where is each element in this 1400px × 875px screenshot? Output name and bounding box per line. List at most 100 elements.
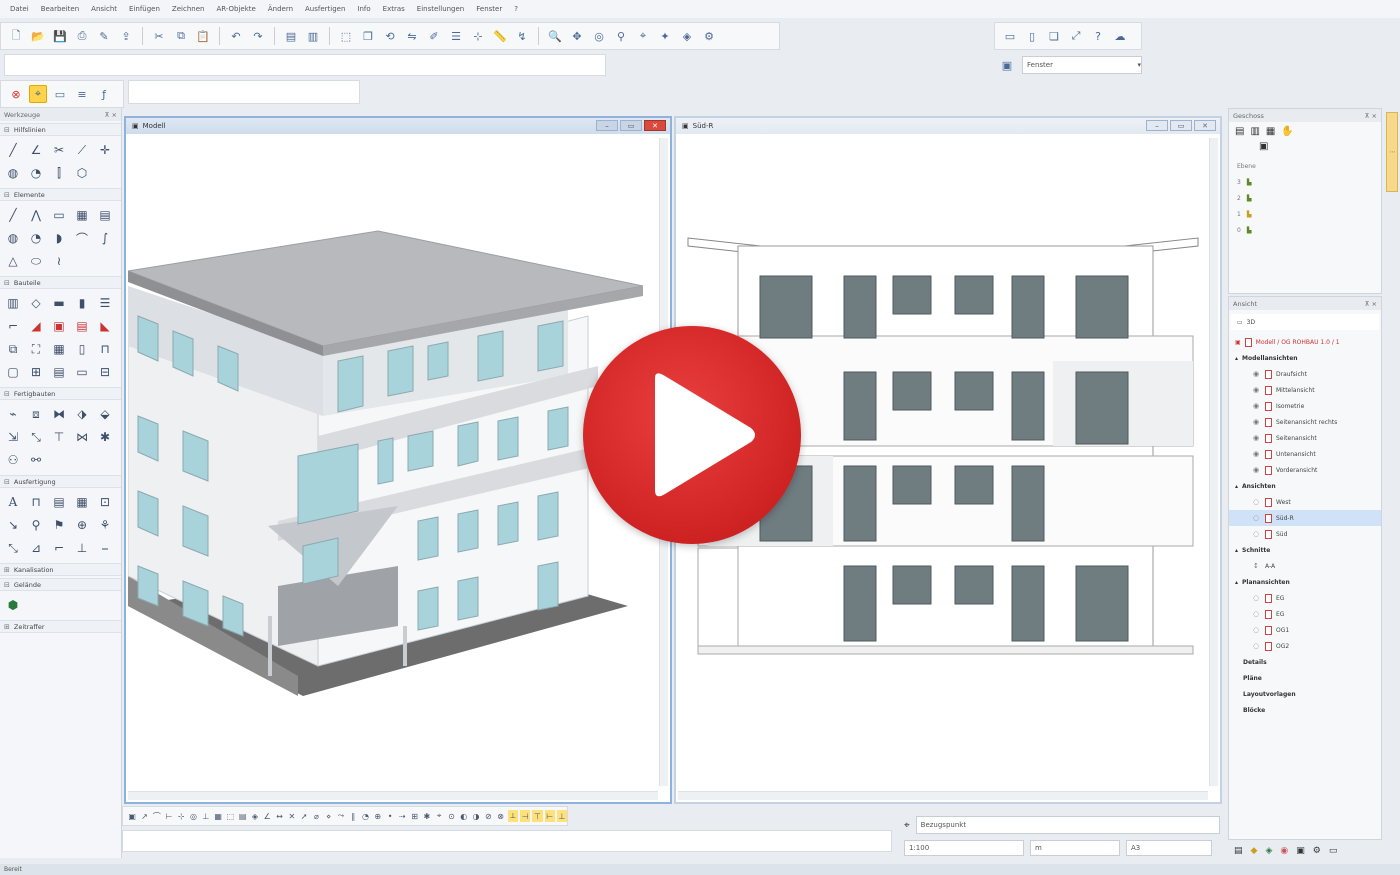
menu-item[interactable]: Datei xyxy=(10,5,29,13)
stop-icon[interactable]: ⊗ xyxy=(7,85,25,103)
hexagon-tool-icon[interactable]: ⬡ xyxy=(73,164,91,182)
arrow-tool-icon[interactable]: ⇲ xyxy=(4,428,22,446)
menu-item[interactable]: Ändern xyxy=(268,5,293,13)
tree-category[interactable]: Blöcke xyxy=(1229,702,1381,718)
render-icon[interactable]: ◈ xyxy=(678,27,696,45)
split-tool-icon[interactable]: ⫿ xyxy=(50,164,68,182)
model-item[interactable]: ▣ Modell / OG ROHBAU 1.0 / 1 xyxy=(1229,334,1381,350)
unit-select[interactable]: m xyxy=(1030,840,1120,856)
menu-item[interactable]: Bearbeiten xyxy=(41,5,79,13)
undo-icon[interactable]: ↶ xyxy=(227,27,245,45)
reference-point-field[interactable]: Bezugspunkt xyxy=(915,816,1220,834)
arc-tool-icon[interactable]: ◔ xyxy=(27,164,45,182)
beam-tool-icon[interactable]: ▬ xyxy=(50,294,68,312)
snap-grid-icon[interactable]: ▦ xyxy=(213,810,223,822)
menu-item[interactable]: Info xyxy=(357,5,370,13)
ceiling-tool-icon[interactable]: ☰ xyxy=(96,294,114,312)
settings-icon[interactable]: ⚙ xyxy=(700,27,718,45)
camera-icon[interactable]: ⌖ xyxy=(634,27,652,45)
snap-dyn-icon[interactable]: ⌖ xyxy=(434,810,444,822)
tree-item[interactable]: ◉ Untenansicht xyxy=(1229,446,1381,462)
tree-category[interactable]: ▴ Ansichten xyxy=(1229,478,1381,494)
snap-arc-icon[interactable]: ⌒ xyxy=(152,810,162,822)
light-icon[interactable]: ✦ xyxy=(656,27,674,45)
snap-icon[interactable]: ⊹ xyxy=(469,27,487,45)
snap-ref-icon[interactable]: ⊗ xyxy=(495,810,505,822)
side-panel-tab[interactable]: ⋮ xyxy=(1386,112,1398,192)
maximize-button[interactable]: ▭ xyxy=(1170,120,1192,131)
properties-icon[interactable]: ☰ xyxy=(447,27,465,45)
stair-tool-icon[interactable]: ⌐ xyxy=(4,317,22,335)
offset-tool-icon[interactable]: ⟋ xyxy=(73,141,91,159)
formula-icon[interactable]: ƒ xyxy=(95,85,113,103)
paper-select[interactable]: A3 xyxy=(1126,840,1212,856)
save-icon[interactable]: 💾 xyxy=(51,27,69,45)
panel-tool-icon[interactable]: ▢ xyxy=(4,363,22,381)
roof-tool-icon[interactable]: ◢ xyxy=(27,317,45,335)
cascade-icon[interactable]: ❏ xyxy=(1045,27,1063,45)
text-tool-icon[interactable]: A xyxy=(4,493,22,511)
tree-item[interactable]: ◉ Mittelansicht xyxy=(1229,382,1381,398)
layers-tab-icon[interactable]: ◆ xyxy=(1251,846,1258,856)
tree-tool-icon[interactable]: ⚘ xyxy=(96,516,114,534)
dimension-tool-icon[interactable]: ⊓ xyxy=(27,493,45,511)
section-header[interactable]: ⊞ Zeitraffer xyxy=(0,620,121,633)
snap-polar-icon[interactable]: ✱ xyxy=(422,810,432,822)
label-tool-icon[interactable]: ⊡ xyxy=(96,493,114,511)
connector-tool-icon[interactable]: ⤡ xyxy=(27,428,45,446)
select-icon[interactable]: ⬚ xyxy=(337,27,355,45)
part-tool-icon[interactable]: ⬙ xyxy=(96,405,114,423)
horizontal-scrollbar[interactable] xyxy=(678,791,1208,800)
snap-tangent-icon[interactable]: ⌀ xyxy=(311,810,321,822)
balcony-tool-icon[interactable]: ⊟ xyxy=(96,363,114,381)
railing-tool-icon[interactable]: ⧉ xyxy=(4,340,22,358)
snap-mid-icon[interactable]: ⊹ xyxy=(176,810,186,822)
trim-tool-icon[interactable]: ✂ xyxy=(50,141,68,159)
snap-near-icon[interactable]: ⋄ xyxy=(324,810,334,822)
fit-icon[interactable]: ⤢ xyxy=(1067,27,1085,45)
table-tool-icon[interactable]: ▤ xyxy=(50,493,68,511)
horizontal-scrollbar[interactable] xyxy=(128,791,658,800)
cross-tool-icon[interactable]: ✛ xyxy=(96,141,114,159)
copy-icon[interactable]: ⧉ xyxy=(172,27,190,45)
menu-item[interactable]: Zeichnen xyxy=(172,5,205,13)
paste-icon[interactable]: 📋 xyxy=(194,27,212,45)
open-folder-icon[interactable]: 📂 xyxy=(29,27,47,45)
menu-item[interactable]: Fenster xyxy=(476,5,502,13)
tree-item[interactable]: ◌ EG xyxy=(1229,590,1381,606)
section-header[interactable]: ⊟ Elemente xyxy=(0,188,121,201)
window-tool-icon[interactable]: ▣ xyxy=(50,317,68,335)
symbol-tool-icon[interactable]: ⚲ xyxy=(27,516,45,534)
snap-active-icon[interactable]: ⊤ xyxy=(532,810,543,822)
cloud-icon[interactable]: ☁ xyxy=(1111,27,1129,45)
pin-icon[interactable]: ⊼ × xyxy=(105,111,117,119)
layer-manager-icon[interactable]: ▥ xyxy=(304,27,322,45)
layer-icon[interactable]: ▤ xyxy=(282,27,300,45)
section-header[interactable]: ⊟ Gelände xyxy=(0,578,121,591)
view-root[interactable]: ▭ 3D xyxy=(1231,314,1379,330)
polyline-tool-icon[interactable]: ⋀ xyxy=(27,206,45,224)
snap-ext-icon[interactable]: ⤳ xyxy=(336,810,346,822)
grid-tool-icon[interactable]: ▦ xyxy=(73,206,91,224)
snap-cross-icon[interactable]: ✕ xyxy=(287,810,297,822)
command-input[interactable] xyxy=(4,54,606,76)
menu-item[interactable]: Einstellungen xyxy=(417,5,464,13)
floor-add-icon[interactable]: ▤ xyxy=(1235,126,1244,137)
snap-quad-icon[interactable]: ◔ xyxy=(360,810,370,822)
tile-horizontal-icon[interactable]: ▭ xyxy=(1001,27,1019,45)
menu-item[interactable]: AR-Objekte xyxy=(216,5,255,13)
vertical-scrollbar[interactable] xyxy=(1209,138,1218,786)
group-icon[interactable]: ❐ xyxy=(359,27,377,45)
text-box-tool-icon[interactable]: ▤ xyxy=(96,206,114,224)
orbit-icon[interactable]: ◎ xyxy=(590,27,608,45)
floor-row[interactable]: 2 ▙ xyxy=(1229,190,1381,206)
chimney-tool-icon[interactable]: ⛶ xyxy=(27,340,45,358)
window-select[interactable]: Fenster ▾ xyxy=(1022,56,1142,74)
section-header[interactable]: ⊞ Kanalisation xyxy=(0,563,121,576)
figure-tool-icon[interactable]: ⚯ xyxy=(27,451,45,469)
hatch-tool-icon[interactable]: ▦ xyxy=(73,493,91,511)
tree-item[interactable]: ◉ Vorderansicht xyxy=(1229,462,1381,478)
snap-line-icon[interactable]: ↗ xyxy=(139,810,149,822)
redo-icon[interactable]: ↷ xyxy=(249,27,267,45)
menu-item[interactable]: Extras xyxy=(383,5,405,13)
